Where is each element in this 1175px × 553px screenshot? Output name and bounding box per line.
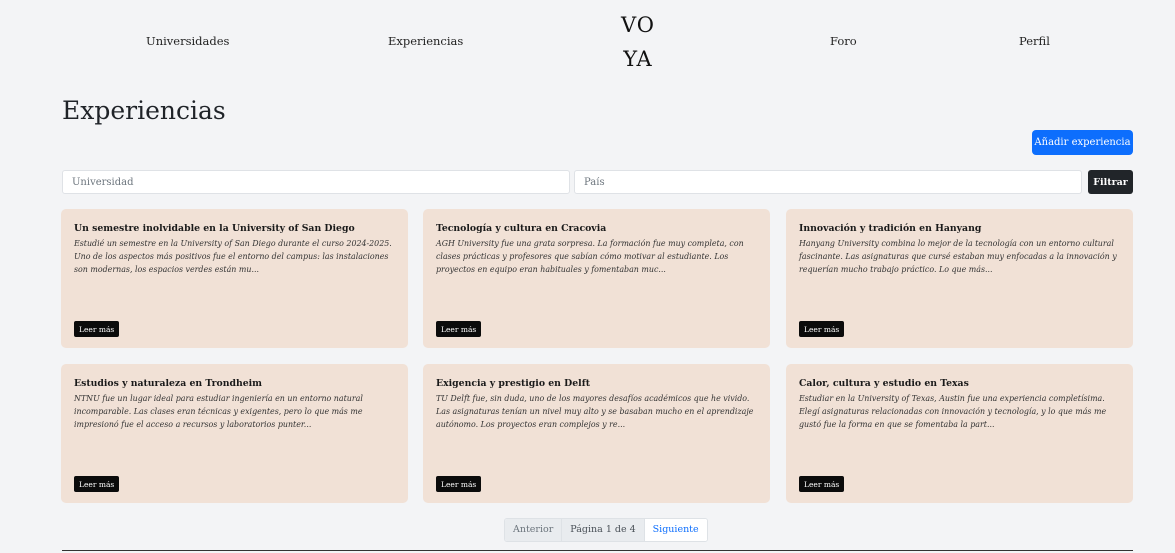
page: Universidades Experiencias VO YA Foro Pe… [0, 0, 1175, 553]
card-title: Calor, cultura y estudio en Texas [799, 378, 969, 389]
filter-button[interactable]: Filtrar [1088, 170, 1133, 194]
read-more-button[interactable]: Leer más [74, 476, 120, 492]
read-more-button[interactable]: Leer más [799, 321, 845, 337]
card-excerpt: AGH University fue una grata sorpresa. L… [436, 239, 744, 275]
card-title: Estudios y naturaleza en Trondheim [74, 378, 263, 389]
card-title: Exigencia y prestigio en Delft [436, 378, 590, 389]
card-title: Un semestre inolvidable en la University… [74, 223, 355, 234]
experience-card: Estudios y naturaleza en Trondheim NTNU … [61, 364, 408, 503]
pagination-page-info: Página 1 de 4 [562, 519, 645, 541]
read-more-button[interactable]: Leer más [799, 476, 845, 492]
nav-link-perfil[interactable]: Perfil [1019, 34, 1050, 48]
card-excerpt: Estudiar en la University of Texas, Aust… [799, 394, 1107, 430]
read-more-button[interactable]: Leer más [74, 321, 120, 337]
add-experience-button[interactable]: Añadir experiencia [1032, 130, 1133, 155]
read-more-button[interactable]: Leer más [436, 476, 482, 492]
nav-link-experiencias[interactable]: Experiencias [388, 34, 463, 48]
nav-link-universidades[interactable]: Universidades [146, 34, 229, 48]
experience-card: Un semestre inolvidable en la University… [61, 209, 408, 348]
card-excerpt: TU Delft fue, sin duda, uno de los mayor… [436, 394, 754, 430]
card-title: Innovación y tradición en Hanyang [799, 223, 982, 234]
read-more-button[interactable]: Leer más [436, 321, 482, 337]
card-excerpt: NTNU fue un lugar ideal para estudiar in… [74, 394, 363, 430]
experience-card: Innovación y tradición en Hanyang Hanyan… [786, 209, 1133, 348]
pagination: Anterior Página 1 de 4 Siguiente [504, 518, 708, 542]
top-navbar: Universidades Experiencias VO YA Foro Pe… [0, 0, 1175, 84]
logo-line-1: VO [620, 13, 655, 37]
pagination-previous-button[interactable]: Anterior [505, 519, 563, 541]
nav-link-foro[interactable]: Foro [830, 34, 857, 48]
page-title: Experiencias [62, 96, 226, 125]
experience-card: Exigencia y prestigio en Delft TU Delft … [423, 364, 770, 503]
logo-line-2: YA [623, 47, 653, 71]
experience-card: Tecnología y cultura en Cracovia AGH Uni… [423, 209, 770, 348]
experience-card: Calor, cultura y estudio en Texas Estudi… [786, 364, 1133, 503]
pagination-next-button[interactable]: Siguiente [644, 519, 707, 541]
university-filter-input[interactable] [62, 170, 570, 194]
site-logo[interactable]: VO YA [608, 8, 668, 76]
country-filter-input[interactable] [574, 170, 1082, 194]
card-excerpt: Estudié un semestre en la University of … [74, 239, 392, 275]
card-excerpt: Hanyang University combina lo mejor de l… [799, 239, 1117, 275]
card-title: Tecnología y cultura en Cracovia [436, 223, 607, 234]
footer-divider [62, 550, 1133, 551]
